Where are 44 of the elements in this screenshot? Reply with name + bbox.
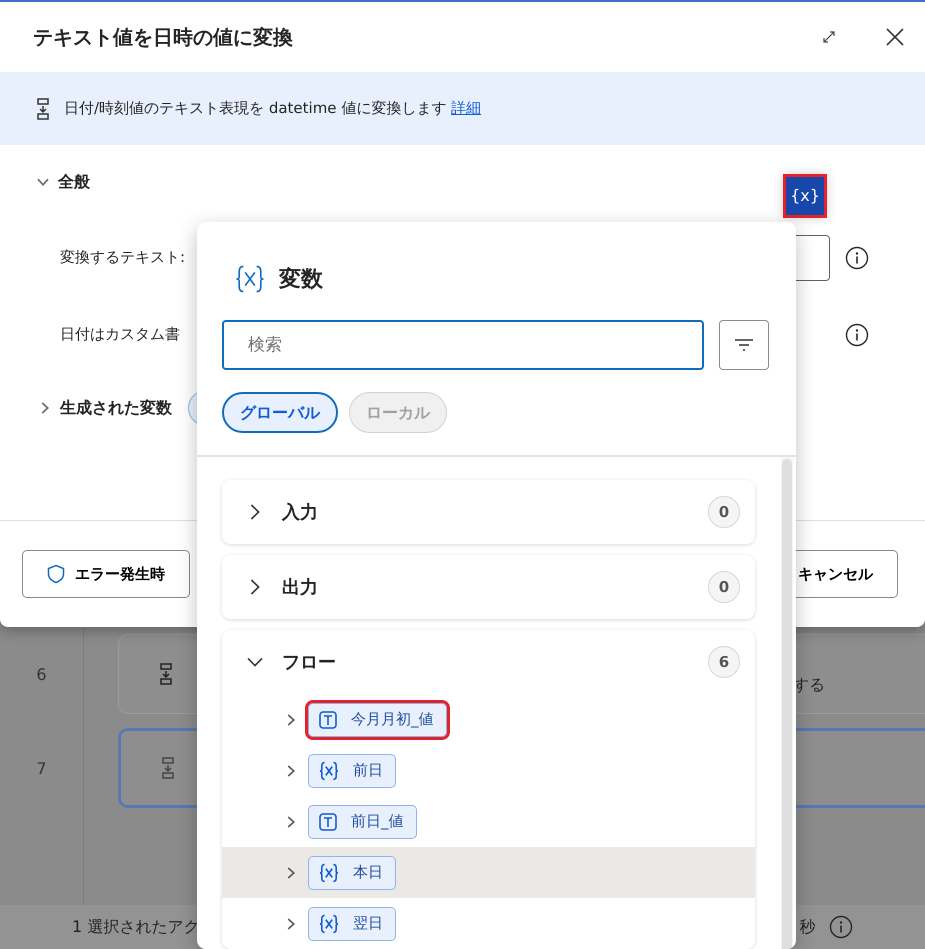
search-field[interactable]: 検索 [222,320,704,370]
expand-icon[interactable] [821,29,837,45]
dialog-title: テキスト値を日時の値に変換 [33,25,294,49]
line-number: 7 [0,722,84,816]
panel-title: 変数 [279,266,323,294]
info-icon[interactable] [845,246,869,270]
variable-icon [319,862,339,882]
variable-chip[interactable]: 前日 [308,754,396,788]
details-link[interactable]: 詳細 [451,97,482,120]
count-badge: 6 [708,646,740,678]
close-icon[interactable] [885,27,905,47]
info-icon[interactable] [845,322,869,346]
on-error-button[interactable]: エラー発生時 [22,550,190,598]
variable-chip[interactable]: 翌日 [308,906,396,940]
variable-chip[interactable]: 本日 [308,856,396,890]
status-text: 1 選択されたアク [72,916,200,938]
variable-icon [319,914,339,934]
step-icon [159,663,173,685]
count-badge: 0 [708,496,740,528]
variables-button[interactable]: {x} [783,174,827,218]
variable-icon [235,264,265,294]
filter-icon [734,338,754,352]
banner-text: 日付/時刻値のテキスト表現を datetime 値に変換します [64,98,448,120]
text-type-icon [319,710,337,728]
step-icon [161,757,175,779]
action-icon [36,98,50,120]
variable-icon [319,760,339,780]
text-type-icon [319,812,337,830]
count-badge: 0 [708,571,740,603]
section-title: 生成された変数 [60,397,172,419]
field-label: 変換するテキスト: [60,247,186,268]
variable-chip[interactable]: 前日_値 [308,804,416,838]
group-label[interactable]: 入力 [282,498,708,526]
status-text: 秒 [799,916,816,938]
hovered-row[interactable]: 本日 [222,847,755,898]
section-title: 全般 [58,171,90,193]
scrollbar-thumb[interactable] [782,459,792,949]
shield-icon [47,564,65,584]
group-label[interactable]: 出力 [282,574,708,600]
field-label: 日付はカスタム書 [60,324,180,346]
scope-tab[interactable]: グローバル [222,392,338,433]
filter-button[interactable] [719,320,769,370]
group-label[interactable]: フロー [282,648,708,676]
line-number: 6 [0,628,84,722]
